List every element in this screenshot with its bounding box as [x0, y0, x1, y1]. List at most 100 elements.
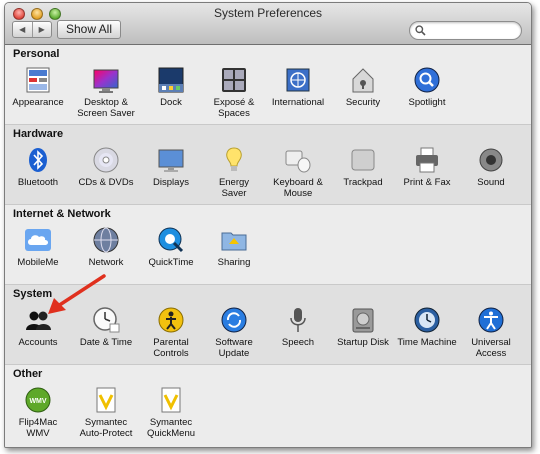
- back-button[interactable]: ◀: [13, 22, 32, 37]
- pref-label: Symantec Auto-Protect: [79, 417, 133, 439]
- section-title: Hardware: [13, 128, 64, 140]
- pref-symantec-auto-protect[interactable]: Symantec Auto-Protect: [74, 385, 138, 439]
- quicktime-icon: [156, 225, 186, 255]
- pref-desktop-screen-saver[interactable]: Desktop & Screen Saver: [74, 65, 138, 119]
- pref-mobileme[interactable]: MobileMe: [6, 225, 70, 268]
- search-input[interactable]: [428, 23, 516, 38]
- forward-button[interactable]: ▶: [31, 22, 52, 37]
- pref-software-update[interactable]: Software Update: [202, 305, 266, 359]
- pref-parental-controls[interactable]: Parental Controls: [139, 305, 203, 359]
- red-arrow-icon: [48, 274, 106, 314]
- pref-print-fax[interactable]: Print & Fax: [395, 145, 459, 188]
- system-preferences-window: System Preferences ◀ ▶ Show All Personal…: [4, 2, 532, 448]
- window-title: System Preferences: [213, 6, 323, 20]
- pref-expose-spaces[interactable]: Exposé & Spaces: [202, 65, 266, 119]
- pref-label: Symantec QuickMenu: [146, 417, 196, 439]
- expose-icon: [219, 65, 249, 95]
- pref-cds-dvds[interactable]: CDs & DVDs: [74, 145, 138, 188]
- pref-symantec-quickmenu[interactable]: Symantec QuickMenu: [139, 385, 203, 439]
- pref-keyboard-mouse[interactable]: Keyboard & Mouse: [266, 145, 330, 199]
- time-machine-icon: [412, 305, 442, 335]
- pref-label: Spotlight: [408, 97, 446, 108]
- pref-label: Time Machine: [397, 337, 457, 348]
- software-update-icon: [219, 305, 249, 335]
- pref-label: Universal Access: [471, 337, 511, 359]
- pref-energy-saver[interactable]: Energy Saver: [202, 145, 266, 199]
- pref-label: Exposé & Spaces: [213, 97, 255, 119]
- international-icon: [283, 65, 313, 95]
- microphone-icon: [283, 305, 313, 335]
- pref-flip4mac-wmv[interactable]: WMV Flip4Mac WMV: [6, 385, 70, 439]
- pref-time-machine[interactable]: Time Machine: [395, 305, 459, 348]
- pref-speech[interactable]: Speech: [266, 305, 330, 348]
- section-title: Personal: [13, 48, 60, 60]
- pref-universal-access[interactable]: Universal Access: [459, 305, 523, 359]
- security-icon: [348, 65, 378, 95]
- pref-dock[interactable]: Dock: [139, 65, 203, 108]
- pref-international[interactable]: International: [266, 65, 330, 108]
- svg-text:WMV: WMV: [29, 398, 46, 405]
- pref-spotlight[interactable]: Spotlight: [395, 65, 459, 108]
- pref-label: Trackpad: [343, 177, 383, 188]
- pref-label: Sharing: [217, 257, 251, 268]
- pref-label: MobileMe: [17, 257, 59, 268]
- pref-label: QuickTime: [148, 257, 194, 268]
- pref-label: Bluetooth: [17, 177, 59, 188]
- pref-sound[interactable]: Sound: [459, 145, 523, 188]
- pref-label: Security: [345, 97, 381, 108]
- symantec-quickmenu-icon: [156, 385, 186, 415]
- pref-security[interactable]: Security: [331, 65, 395, 108]
- appearance-icon: [23, 65, 53, 95]
- display-icon: [156, 145, 186, 175]
- chevron-left-icon: ◀: [19, 25, 26, 34]
- pref-startup-disk[interactable]: Startup Disk: [331, 305, 395, 348]
- pref-label: International: [271, 97, 325, 108]
- titlebar: System Preferences ◀ ▶ Show All: [5, 3, 531, 45]
- pref-label: Speech: [281, 337, 315, 348]
- trackpad-icon: [348, 145, 378, 175]
- pref-quicktime[interactable]: QuickTime: [139, 225, 203, 268]
- symantec-icon: [91, 385, 121, 415]
- pref-label: Network: [88, 257, 124, 268]
- search-field[interactable]: [409, 21, 522, 40]
- disk-icon: [348, 305, 378, 335]
- pref-trackpad[interactable]: Trackpad: [331, 145, 395, 188]
- pref-label: Dock: [160, 97, 182, 108]
- globe-icon: [91, 225, 121, 255]
- pref-label: Energy Saver: [218, 177, 250, 199]
- pref-sharing[interactable]: Sharing: [202, 225, 266, 268]
- section-title: Internet & Network: [13, 208, 111, 220]
- pref-displays[interactable]: Displays: [139, 145, 203, 188]
- section-title: Other: [13, 368, 43, 380]
- pref-label: Software Update: [215, 337, 253, 359]
- section-other: Other WMV Flip4Mac WMV Symantec Auto-Pro…: [5, 365, 531, 447]
- pref-appearance[interactable]: Appearance: [6, 65, 70, 108]
- pref-label: Appearance: [12, 97, 64, 108]
- section-hardware: Hardware Bluetooth CDs & DVDs Displays E…: [5, 125, 531, 205]
- pref-label: Desktop & Screen Saver: [77, 97, 135, 119]
- lightbulb-icon: [219, 145, 249, 175]
- pref-network[interactable]: Network: [74, 225, 138, 268]
- spotlight-icon: [412, 65, 442, 95]
- back-forward-control: ◀ ▶: [12, 21, 52, 38]
- pref-label: Flip4Mac WMV: [18, 417, 58, 439]
- pref-label: Sound: [477, 177, 505, 188]
- parental-controls-icon: [156, 305, 186, 335]
- printer-icon: [412, 145, 442, 175]
- chevron-right-icon: ▶: [38, 25, 45, 34]
- pref-label: Date & Time: [79, 337, 133, 348]
- cloud-icon: [23, 225, 53, 255]
- wmv-icon: WMV: [23, 385, 53, 415]
- show-all-button[interactable]: Show All: [57, 20, 121, 39]
- sharing-folder-icon: [219, 225, 249, 255]
- bluetooth-icon: [23, 145, 53, 175]
- keyboard-mouse-icon: [283, 145, 313, 175]
- pref-label: CDs & DVDs: [78, 177, 134, 188]
- pref-bluetooth[interactable]: Bluetooth: [6, 145, 70, 188]
- pref-label: Startup Disk: [337, 337, 389, 348]
- pref-label: Print & Fax: [403, 177, 451, 188]
- pref-label: Keyboard & Mouse: [273, 177, 323, 199]
- universal-access-icon: [476, 305, 506, 335]
- section-personal: Personal Appearance Desktop & Screen Sav…: [5, 45, 531, 125]
- speaker-icon: [476, 145, 506, 175]
